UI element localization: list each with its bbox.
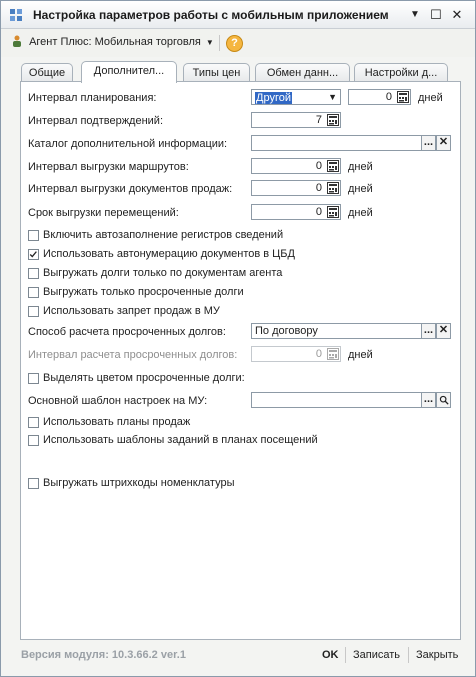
routes-interval-unit: дней — [348, 161, 373, 173]
autonum-label: Использовать автонумерацию документов в … — [43, 248, 295, 260]
calculator-icon[interactable] — [327, 160, 339, 172]
settings-window: Настройка параметров работы с мобильным … — [0, 0, 476, 677]
barcodes-label: Выгружать штрихкоды номенклатуры — [43, 477, 235, 489]
calc-interval-label: Интервал расчета просроченных долгов: — [28, 349, 238, 361]
task-templates-label: Использовать шаблоны заданий в планах по… — [43, 434, 318, 446]
routes-interval-input[interactable]: 0 — [251, 158, 341, 174]
moves-interval-input[interactable]: 0 — [251, 204, 341, 220]
calc-interval-value: 0 — [315, 348, 322, 360]
window-title: Настройка параметров работы с мобильным … — [33, 8, 389, 22]
barcodes-checkbox[interactable] — [28, 478, 39, 489]
footer-separator — [408, 647, 409, 663]
docs-interval-label: Интервал выгрузки документов продаж: — [28, 183, 233, 195]
chevron-down-icon: ▼ — [328, 92, 337, 102]
debts-agent-label: Выгружать долги только по документам аге… — [43, 267, 283, 279]
sales-plans-label: Использовать планы продаж — [43, 416, 191, 428]
docs-interval-value: 0 — [315, 182, 322, 194]
sales-ban-checkbox[interactable] — [28, 306, 39, 317]
tab-data-exchange[interactable]: Обмен данн... — [255, 63, 350, 82]
confirm-interval-label: Интервал подтверждений: — [28, 115, 164, 127]
close-button[interactable]: Закрыть — [416, 649, 458, 661]
task-templates-checkbox[interactable] — [28, 435, 39, 446]
debts-overdue-checkbox[interactable] — [28, 287, 39, 298]
agent-plus-label: Агент Плюс: Мобильная торговля — [29, 36, 201, 48]
template-select-button[interactable]: ... — [421, 392, 436, 408]
calc-interval-unit: дней — [348, 349, 373, 361]
toolbar-separator — [219, 35, 220, 51]
calc-method-clear-button[interactable]: ✕ — [436, 323, 451, 339]
planning-interval-label: Интервал планирования: — [28, 92, 157, 104]
search-icon — [439, 395, 449, 405]
ok-button[interactable]: OK — [322, 649, 339, 661]
catalog-label: Каталог дополнительной информации: — [28, 138, 228, 150]
checkmark-icon — [29, 251, 37, 258]
sales-ban-label: Использовать запрет продаж в МУ — [43, 305, 220, 317]
help-icon[interactable]: ? — [226, 35, 243, 52]
title-bar: Настройка параметров работы с мобильным … — [1, 1, 475, 29]
module-version: Версия модуля: 10.3.66.2 ver.1 — [21, 649, 186, 661]
planning-interval-value: 0 — [385, 91, 392, 103]
planning-interval-unit: дней — [418, 92, 443, 104]
highlight-checkbox[interactable] — [28, 373, 39, 384]
template-search-button[interactable] — [436, 392, 451, 408]
catalog-clear-button[interactable]: ✕ — [436, 135, 451, 151]
sales-plans-checkbox[interactable] — [28, 417, 39, 428]
calculator-icon — [327, 348, 339, 360]
calc-method-value: По договору — [255, 325, 318, 337]
planning-type-value: Другой — [255, 92, 292, 104]
planning-type-select[interactable]: Другой ▼ — [251, 89, 341, 105]
toolbar: Агент Плюс: Мобильная торговля ▼ ? — [1, 29, 475, 57]
calculator-icon[interactable] — [397, 91, 409, 103]
app-icon — [10, 9, 22, 21]
moves-interval-unit: дней — [348, 207, 373, 219]
catalog-select-button[interactable]: ... — [421, 135, 436, 151]
calculator-icon[interactable] — [327, 206, 339, 218]
calc-method-select-button[interactable]: ... — [421, 323, 436, 339]
maximize-button[interactable]: ☐ — [428, 7, 444, 23]
tab-settings[interactable]: Настройки д... — [354, 63, 448, 82]
autofill-label: Включить автозаполнение регистров сведен… — [43, 229, 284, 241]
agent-icon — [13, 35, 21, 47]
template-label: Основной шаблон настроек на МУ: — [28, 395, 208, 407]
planning-interval-input[interactable]: 0 — [348, 89, 411, 105]
confirm-interval-value: 7 — [315, 114, 322, 126]
tab-additional[interactable]: Дополнител... — [81, 61, 177, 83]
routes-interval-value: 0 — [315, 160, 322, 172]
close-window-button[interactable]: ✕ — [449, 7, 465, 23]
tab-price-types[interactable]: Типы цен — [183, 63, 250, 82]
autonum-checkbox[interactable] — [28, 249, 39, 260]
save-button[interactable]: Записать — [353, 649, 400, 661]
agent-plus-menu-button[interactable]: Агент Плюс: Мобильная торговля ▼ — [11, 35, 214, 51]
docs-interval-unit: дней — [348, 183, 373, 195]
calc-method-input[interactable]: По договору — [251, 323, 422, 339]
calc-method-label: Способ расчета просроченных долгов: — [28, 326, 226, 338]
moves-interval-value: 0 — [315, 206, 322, 218]
calc-interval-input: 0 — [251, 346, 341, 362]
docs-interval-input[interactable]: 0 — [251, 180, 341, 196]
chevron-down-icon: ▼ — [205, 38, 214, 47]
catalog-input[interactable] — [251, 135, 422, 151]
footer-separator — [345, 647, 346, 663]
template-input[interactable] — [251, 392, 422, 408]
confirm-interval-input[interactable]: 7 — [251, 112, 341, 128]
calculator-icon[interactable] — [327, 114, 339, 126]
highlight-label: Выделять цветом просроченные долги: — [43, 372, 245, 384]
calculator-icon[interactable] — [327, 182, 339, 194]
debts-overdue-label: Выгружать только просроченные долги — [43, 286, 244, 298]
minimize-button[interactable]: ▼ — [407, 7, 423, 23]
debts-agent-checkbox[interactable] — [28, 268, 39, 279]
tab-general[interactable]: Общие — [21, 63, 73, 82]
autofill-checkbox[interactable] — [28, 230, 39, 241]
routes-interval-label: Интервал выгрузки маршрутов: — [28, 161, 189, 173]
moves-interval-label: Срок выгрузки перемещений: — [28, 207, 179, 219]
